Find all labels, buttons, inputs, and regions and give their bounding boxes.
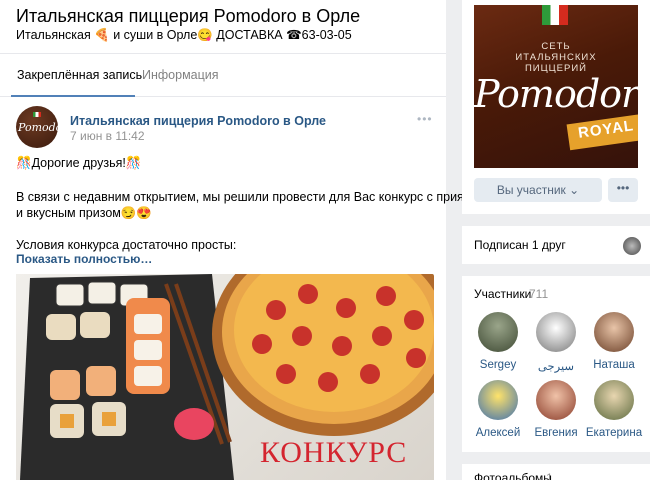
friend-avatar[interactable]	[623, 237, 641, 255]
ginger	[174, 408, 214, 440]
members-count: 711	[529, 287, 549, 301]
member-avatar	[536, 380, 576, 420]
member-item[interactable]: Алексей	[470, 380, 526, 444]
italian-flag-icon	[33, 112, 41, 117]
italian-flag-icon	[542, 5, 568, 25]
member-status-button[interactable]: Вы участник ⌄	[474, 178, 602, 202]
contest-caption: КОНКУРС	[260, 436, 408, 469]
pizza	[212, 274, 434, 436]
post-author-avatar[interactable]: Pomodoro	[16, 106, 58, 148]
post-text-line: В связи с недавним открытием, мы решили …	[16, 190, 495, 204]
tabs-bar: Закреплённая запись Информация	[0, 53, 446, 97]
post-text-line: 🎊Дорогие друзья!🎊	[16, 156, 142, 170]
member-item[interactable]: Sergey	[470, 312, 526, 376]
member-name: Екатерина	[585, 427, 643, 439]
group-title: Итальянская пиццерия Pomodoro в Орле	[16, 6, 361, 26]
member-avatar	[594, 312, 634, 352]
member-avatar	[536, 312, 576, 352]
avatar-logo-text: Pomodoro	[18, 121, 58, 134]
member-item[interactable]: سیرجی	[528, 312, 584, 376]
photo-albums-card[interactable]: Фотоальбомы 1	[462, 464, 650, 480]
post-author-link[interactable]: Итальянская пиццерия Pomodoro в Орле	[70, 114, 326, 128]
member-avatar	[478, 380, 518, 420]
member-item[interactable]: Евгения	[528, 380, 584, 444]
post-text-line: и вкусным призом😏😍	[16, 206, 152, 220]
more-actions-button[interactable]: •••	[608, 178, 638, 202]
cover-subtitle: ИТАЛЬЯНСКИХ	[515, 52, 597, 63]
tab-pinned-post[interactable]: Закреплённая запись	[17, 68, 142, 82]
group-main-column: Итальянская пиццерия Pomodoro в Орле Ита…	[0, 0, 494, 480]
show-more-link[interactable]: Показать полностью…	[16, 252, 152, 266]
pomodoro-logo: Pomodoro	[474, 72, 638, 116]
photo-albums-count: 1	[546, 471, 553, 480]
member-avatar	[478, 312, 518, 352]
group-status: Итальянская 🍕 и суши в Орле😋 ДОСТАВКА ☎6…	[16, 28, 352, 42]
friends-subscribed-label: Подписан 1 друг	[474, 238, 566, 252]
cover-subtitle: СЕТЬ	[541, 41, 571, 52]
friends-subscribed-card[interactable]: Подписан 1 друг	[462, 226, 650, 264]
member-item[interactable]: Наташа	[586, 312, 642, 376]
group-cover-image[interactable]: СЕТЬ ИТАЛЬЯНСКИХ ПИЦЦЕРИЙ Pomodoro ROYAL	[474, 5, 638, 168]
member-item[interactable]: Екатерина	[586, 380, 642, 444]
photo-albums-label[interactable]: Фотоальбомы	[474, 471, 552, 480]
post-text-line: Условия конкурса достаточно просты:	[16, 238, 237, 252]
post-date[interactable]: 7 июн в 11:42	[70, 129, 145, 143]
active-tab-underline	[11, 95, 135, 97]
post-image[interactable]: КОНКУРС	[16, 274, 434, 480]
members-label[interactable]: Участники	[474, 287, 531, 301]
tab-information[interactable]: Информация	[142, 68, 219, 82]
members-card: Участники 711 Sergey سیرجی Наташа Алексе…	[462, 276, 650, 452]
post-more-menu-icon[interactable]: •••	[417, 112, 433, 126]
member-avatar	[594, 380, 634, 420]
member-name: Наташа	[593, 359, 635, 371]
